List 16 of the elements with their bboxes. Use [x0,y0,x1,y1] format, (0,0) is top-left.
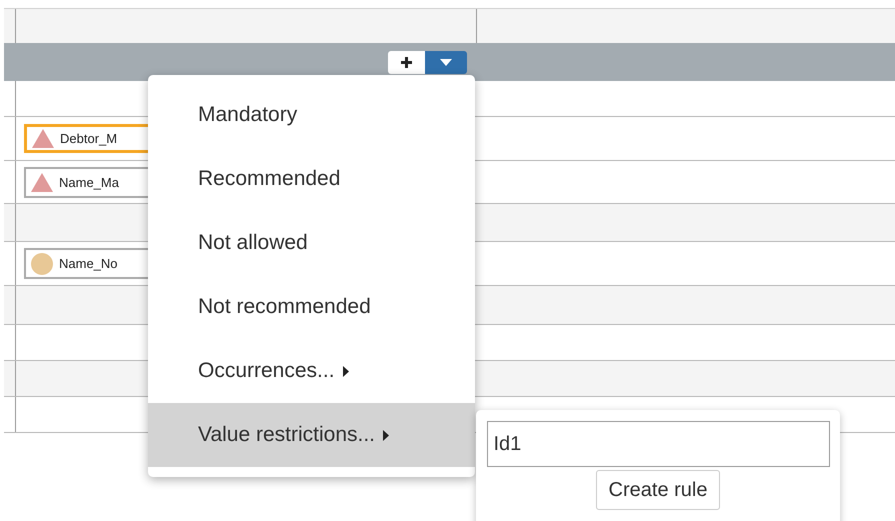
triangle-icon [32,129,54,148]
menu-item[interactable]: Value restrictions... [148,403,475,467]
submenu-arrow-icon [383,430,390,440]
chip-label: Name_No [59,256,118,271]
menu-item[interactable]: Occurrences... [148,339,475,403]
circle-icon [31,252,53,274]
chip-label: Name_Ma [59,174,119,190]
create-rule-button[interactable]: Create rule [596,470,720,510]
input-field[interactable]: Id1 [486,421,830,467]
triangle-icon [31,172,53,192]
submenu-arrow-icon [342,366,349,376]
dropdown-button[interactable] [425,50,467,74]
chip-label: Debtor_M [60,131,118,146]
caret-icon [440,58,452,66]
plus-icon [400,56,413,68]
add-button[interactable] [388,50,425,74]
